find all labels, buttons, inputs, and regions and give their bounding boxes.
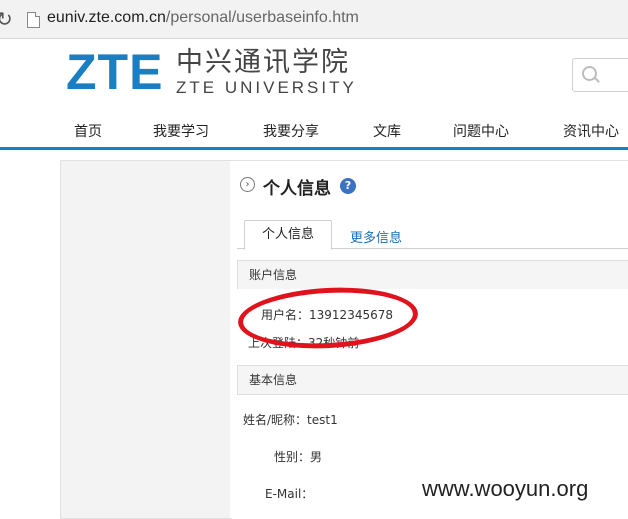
gender-field: 性别：男	[274, 448, 322, 465]
nav-item-library[interactable]: 文库	[373, 121, 401, 141]
reload-icon[interactable]: ↻	[0, 7, 13, 31]
section-account-header: 账户信息	[237, 260, 628, 290]
page-title: 个人信息	[263, 179, 331, 199]
nav-item-news[interactable]: 资讯中心	[563, 121, 619, 141]
nav-item-home[interactable]: 首页	[74, 121, 102, 141]
nav-item-questions[interactable]: 问题中心	[453, 121, 509, 141]
section-basic-header: 基本信息	[237, 365, 628, 395]
url-host: euniv.zte.com.cn	[47, 9, 166, 26]
tab-personal-info[interactable]: 个人信息	[244, 220, 332, 250]
page-icon	[27, 12, 40, 28]
search-input[interactable]	[572, 58, 628, 92]
chevron-right-icon: ›	[240, 177, 255, 192]
brand-name-cn: 中兴通讯学院	[176, 47, 350, 78]
nickname-value: test1	[307, 413, 338, 427]
search-icon[interactable]	[582, 66, 597, 81]
nav-item-share[interactable]: 我要分享	[263, 121, 319, 141]
left-sidebar	[60, 160, 232, 519]
help-icon[interactable]: ?	[340, 178, 356, 194]
nickname-field: 姓名/昵称：test1	[243, 411, 338, 428]
gender-label: 性别：	[274, 450, 311, 464]
zte-logo[interactable]: ZTE	[66, 47, 163, 97]
nav-item-learn[interactable]: 我要学习	[153, 121, 209, 141]
brand-name-en: ZTE UNIVERSITY	[176, 78, 357, 97]
watermark: www.wooyun.org	[422, 476, 589, 501]
nickname-label: 姓名/昵称：	[243, 413, 308, 427]
url-text[interactable]: euniv.zte.com.cn/personal/userbaseinfo.h…	[47, 9, 359, 27]
email-label: E-Mail：	[265, 487, 314, 501]
url-path: /personal/userbaseinfo.htm	[165, 9, 359, 26]
tab-more-info[interactable]: 更多信息	[350, 227, 402, 246]
gender-value: 男	[310, 450, 323, 464]
